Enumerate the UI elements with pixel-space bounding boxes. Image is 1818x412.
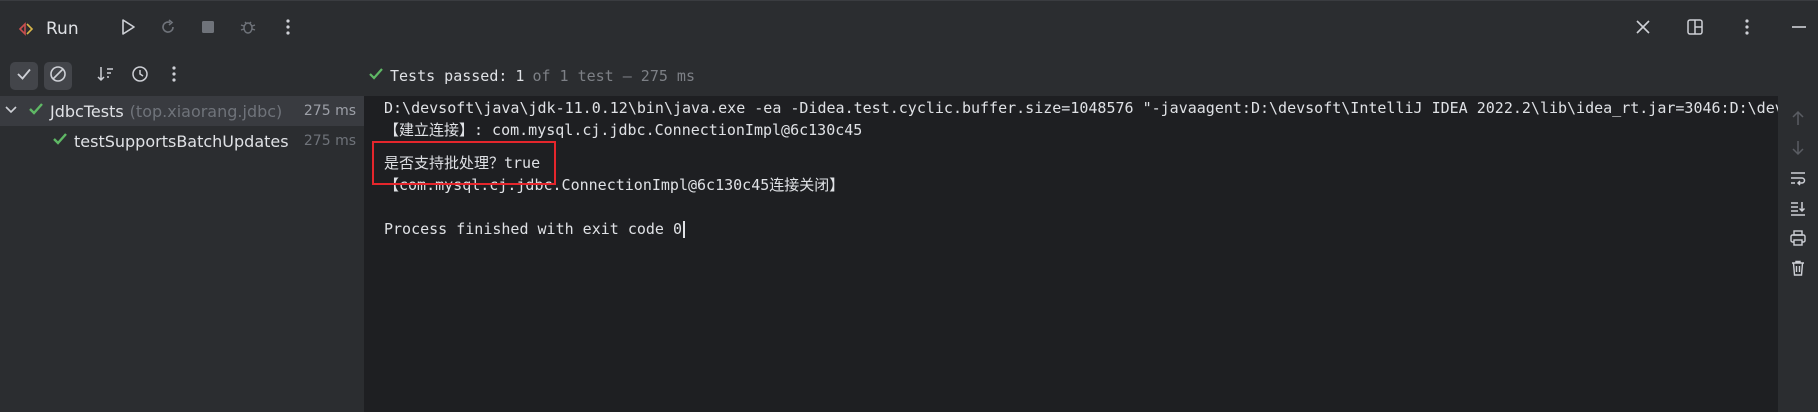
tree-item-duration: 275 ms [303, 133, 356, 149]
console-output[interactable]: D:\devsoft\java\jdk-11.0.12\bin\java.exe… [364, 96, 1778, 412]
play-icon [118, 17, 138, 41]
print-button[interactable] [1784, 226, 1812, 254]
scroll-to-end-icon [1789, 199, 1807, 221]
console-line: D:\devsoft\java\jdk-11.0.12\bin\java.exe… [384, 99, 1778, 117]
rerun-play-button[interactable] [113, 14, 143, 44]
check-icon [368, 66, 384, 86]
console-side-toolbar [1778, 96, 1818, 412]
soft-wrap-button[interactable] [1784, 166, 1812, 194]
tree-item-name: JdbcTests [50, 101, 124, 121]
highlight-box [372, 141, 556, 185]
clear-all-button[interactable] [1784, 256, 1812, 284]
history-icon [130, 64, 150, 88]
console-line: Process finished with exit code 0 [384, 220, 683, 238]
minimize-icon [1790, 18, 1808, 40]
tests-status-label: Tests passed: [390, 67, 508, 85]
tests-status: Tests passed: 1 of 1 test – 275 ms [368, 56, 695, 96]
tests-status-detail: of 1 test – 275 ms [532, 67, 695, 85]
options-button[interactable] [1732, 14, 1762, 44]
close-icon [1635, 19, 1651, 39]
tree-item-duration: 275 ms [303, 103, 356, 119]
run-config-icon [16, 18, 38, 40]
chevron-down-icon[interactable] [4, 102, 18, 121]
rerun-icon [158, 17, 178, 41]
test-history-button[interactable] [126, 62, 154, 90]
text-cursor [683, 221, 686, 238]
test-runner-toolbar: Tests passed: 1 of 1 test – 275 ms [0, 56, 1818, 96]
tree-item-jdbctests[interactable]: JdbcTests (top.xiaorang.jdbc) 275 ms [0, 96, 364, 126]
run-tab[interactable]: Run [16, 1, 79, 57]
run-tab-label: Run [46, 18, 79, 39]
more-options-button[interactable] [273, 14, 303, 44]
test-tree: JdbcTests (top.xiaorang.jdbc) 275 ms tes… [0, 96, 364, 412]
more-vertical-icon [285, 18, 291, 40]
print-icon [1789, 229, 1807, 251]
show-passed-button[interactable] [10, 62, 38, 90]
more-vertical-icon [1744, 18, 1750, 40]
soft-wrap-icon [1789, 169, 1807, 191]
scroll-up-button[interactable] [1784, 106, 1812, 134]
trash-icon [1789, 259, 1807, 281]
tests-passed-count: 1 [515, 67, 525, 85]
debug-button[interactable] [233, 14, 263, 44]
scroll-up-icon [1790, 109, 1806, 131]
layout-icon [1686, 18, 1704, 40]
tree-item-name: testSupportsBatchUpdates [74, 131, 289, 151]
show-passed-icon [15, 65, 33, 87]
stop-button[interactable] [193, 14, 223, 44]
check-icon [52, 131, 68, 151]
check-icon [28, 101, 44, 121]
sort-icon [96, 64, 116, 88]
layout-button[interactable] [1680, 14, 1710, 44]
console-line: 【建立连接】: com.mysql.cj.jdbc.ConnectionImpl… [384, 121, 863, 139]
scroll-down-icon [1790, 139, 1806, 161]
scroll-down-button[interactable] [1784, 136, 1812, 164]
show-ignored-button[interactable] [44, 62, 72, 90]
rerun-failed-button[interactable] [153, 14, 183, 44]
stop-icon [199, 18, 217, 40]
tree-item-testsupportsbatchupdates[interactable]: testSupportsBatchUpdates 275 ms [0, 126, 364, 156]
close-tab-button[interactable] [1628, 14, 1658, 44]
run-tool-window-header: Run [0, 0, 1818, 56]
debug-icon [238, 17, 258, 41]
scroll-to-end-button[interactable] [1784, 196, 1812, 224]
tree-item-package: (top.xiaorang.jdbc) [129, 101, 283, 121]
show-ignored-icon [49, 65, 67, 87]
more-test-options-button[interactable] [160, 62, 188, 90]
hide-button[interactable] [1784, 14, 1814, 44]
sort-button[interactable] [92, 62, 120, 90]
console-line-exit: Process finished with exit code 0 [384, 218, 686, 240]
more-vertical-icon [171, 65, 177, 87]
